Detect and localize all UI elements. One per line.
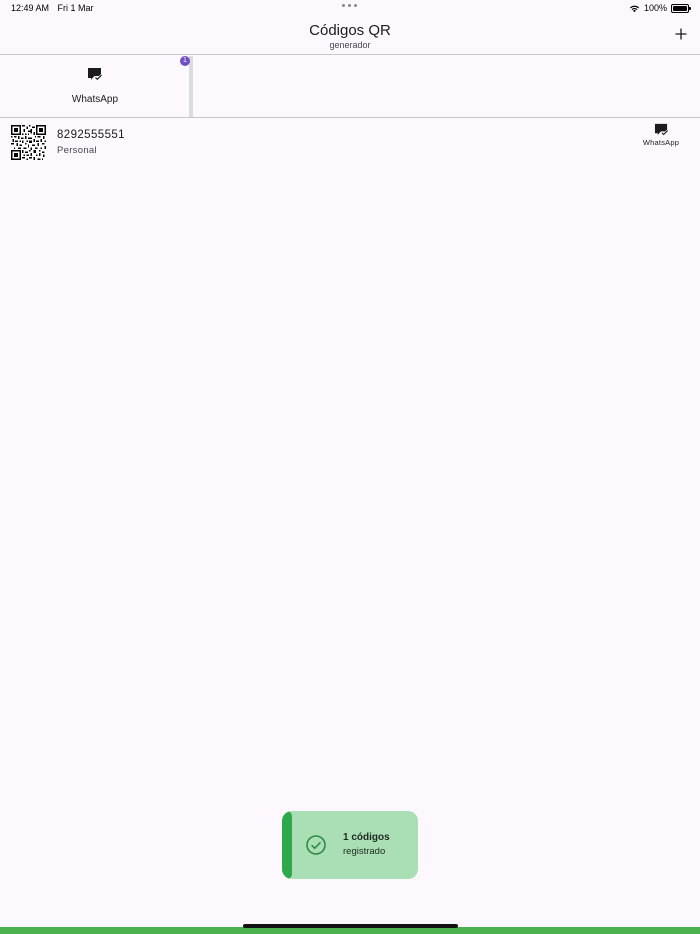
success-toast[interactable]: 1 códigos registrado <box>282 811 418 879</box>
whatsapp-message-icon <box>654 123 668 137</box>
qr-code-icon <box>11 125 46 160</box>
code-label: Personal <box>57 145 97 156</box>
home-indicator[interactable] <box>243 924 458 928</box>
category-tile-whatsapp[interactable]: WhatsApp <box>0 56 190 117</box>
code-number: 8292555551 <box>57 129 125 141</box>
plus-icon <box>675 28 687 40</box>
category-divider <box>189 56 193 117</box>
code-type-label: WhatsApp <box>642 138 680 147</box>
battery-percent: 100% <box>643 3 667 13</box>
app-screen: 12:49 AM Fri 1 Mar 100% Códigos QR gener… <box>0 0 700 934</box>
category-label: WhatsApp <box>71 94 119 105</box>
code-type: WhatsApp <box>636 123 686 147</box>
status-bar: 12:49 AM Fri 1 Mar 100% <box>0 0 700 17</box>
category-bar: WhatsApp 1 <box>0 56 700 118</box>
status-date: Fri 1 Mar <box>57 3 94 13</box>
toast-title: 1 códigos <box>343 832 390 843</box>
toast-accent <box>282 811 292 879</box>
add-button[interactable] <box>670 23 692 45</box>
page-subtitle: generador <box>329 40 371 50</box>
toast-message: registrado <box>343 846 386 857</box>
multitasking-dots-icon[interactable] <box>342 4 357 7</box>
whatsapp-message-icon <box>88 68 103 81</box>
battery-icon <box>671 3 691 13</box>
wifi-icon <box>629 5 640 12</box>
status-left: 12:49 AM Fri 1 Mar <box>11 3 100 13</box>
check-circle-icon <box>306 835 326 855</box>
status-time: 12:49 AM <box>11 3 50 13</box>
status-right: 100% <box>629 3 691 13</box>
category-count-badge: 1 <box>180 56 190 66</box>
app-header: Códigos QR generador <box>0 17 700 55</box>
page-title: Códigos QR <box>309 22 391 39</box>
list-item[interactable]: 8292555551 Personal WhatsApp <box>0 118 700 164</box>
bottom-accent-bar <box>0 927 700 934</box>
